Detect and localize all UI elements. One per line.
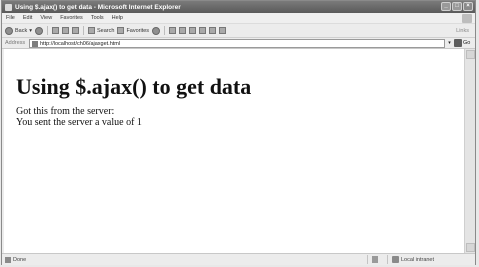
- discuss-icon[interactable]: [209, 27, 217, 34]
- media-icon[interactable]: [152, 26, 161, 35]
- address-url: http://localhost/ch06/ajaxget.html: [40, 40, 121, 47]
- security-icon: [372, 256, 378, 263]
- windows-logo-icon: [462, 14, 472, 23]
- window-title: Using $.ajax() to get data - Microsoft I…: [15, 3, 181, 11]
- go-button[interactable]: Go: [454, 39, 470, 47]
- done-icon: [5, 256, 11, 263]
- refresh-icon[interactable]: [62, 27, 69, 34]
- menu-favorites[interactable]: Favorites: [60, 15, 83, 21]
- search-label: Search: [97, 27, 115, 34]
- search-icon: [88, 27, 95, 34]
- menu-file[interactable]: File: [6, 15, 15, 21]
- menu-view[interactable]: View: [40, 15, 52, 21]
- scroll-up-button[interactable]: [466, 50, 475, 59]
- menu-tools[interactable]: Tools: [91, 15, 104, 21]
- minimize-button[interactable]: _: [441, 2, 451, 11]
- menu-edit[interactable]: Edit: [23, 15, 32, 21]
- address-bar: Address http://localhost/ch06/ajaxget.ht…: [2, 37, 475, 49]
- go-label: Go: [463, 40, 471, 46]
- favorites-button[interactable]: Favorites: [117, 27, 149, 34]
- intranet-icon: [392, 256, 399, 263]
- close-button[interactable]: ×: [463, 2, 473, 11]
- maximize-button[interactable]: □: [452, 2, 462, 11]
- window-controls: _ □ ×: [441, 2, 473, 11]
- ie-icon: [5, 3, 12, 11]
- chevron-down-icon: ▾: [29, 27, 32, 34]
- menu-bar: File Edit View Favorites Tools Help: [2, 13, 475, 23]
- search-button[interactable]: Search: [88, 27, 114, 34]
- vertical-scrollbar[interactable]: [464, 49, 475, 253]
- forward-button[interactable]: [35, 26, 43, 35]
- title-bar[interactable]: Using $.ajax() to get data - Microsoft I…: [2, 1, 475, 13]
- scroll-down-button[interactable]: [466, 243, 475, 252]
- go-arrow-icon: [454, 39, 462, 47]
- menu-help[interactable]: Help: [112, 15, 123, 21]
- history-icon[interactable]: [169, 27, 177, 34]
- status-text: Done: [13, 256, 27, 263]
- favorites-label: Favorites: [126, 27, 150, 34]
- star-icon: [117, 27, 125, 34]
- browser-window: Using $.ajax() to get data - Microsoft I…: [1, 0, 476, 265]
- print-icon[interactable]: [189, 27, 197, 34]
- mail-icon[interactable]: [179, 27, 187, 34]
- home-icon[interactable]: [72, 27, 79, 34]
- back-button[interactable]: Back ▾: [5, 26, 32, 35]
- result-line-2: You sent the server a value of 1: [16, 117, 142, 128]
- back-arrow-icon: [5, 26, 13, 35]
- page-icon: [32, 40, 38, 47]
- status-bar: Done Local intranet: [2, 253, 475, 265]
- standard-toolbar: Back ▾ Search Favorites Links: [2, 23, 475, 37]
- back-label: Back: [15, 27, 28, 34]
- page-content: Using $.ajax() to get data Got this from…: [4, 49, 464, 253]
- page-heading: Using $.ajax() to get data: [16, 74, 252, 99]
- address-label: Address: [5, 40, 26, 46]
- security-zone: Local intranet: [392, 256, 434, 263]
- edit-icon[interactable]: [199, 27, 207, 34]
- result-line-1: Got this from the server:: [16, 106, 115, 117]
- address-input[interactable]: http://localhost/ch06/ajaxget.html: [29, 39, 445, 48]
- links-label[interactable]: Links: [456, 28, 469, 34]
- address-dropdown-icon[interactable]: ▾: [446, 40, 453, 47]
- stop-icon[interactable]: [52, 27, 59, 34]
- messenger-icon[interactable]: [219, 27, 227, 34]
- zone-label: Local intranet: [401, 256, 435, 263]
